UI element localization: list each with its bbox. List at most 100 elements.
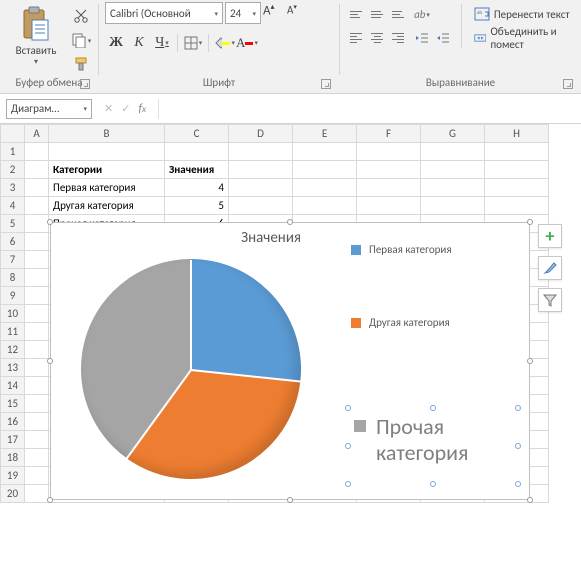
brush-icon <box>542 260 558 276</box>
row-header[interactable]: 7 <box>1 251 25 269</box>
name-box[interactable]: Диаграм…▾ <box>6 99 92 119</box>
chart-filters-button[interactable] <box>538 288 562 312</box>
merge-center-button[interactable]: Объединить и помест <box>470 28 575 48</box>
row-header[interactable]: 8 <box>1 269 25 287</box>
wrap-text-button[interactable]: ab Перенести текст <box>470 4 575 24</box>
cell[interactable]: Значения <box>165 161 229 179</box>
col-header[interactable]: H <box>485 125 549 143</box>
wrap-text-label: Перенести текст <box>494 8 570 21</box>
chart-legend[interactable]: Первая категория Другая категория <box>351 243 452 329</box>
increase-font-button[interactable]: A▴ <box>263 2 285 24</box>
row-header[interactable]: 20 <box>1 485 25 503</box>
align-middle-button[interactable] <box>367 4 387 24</box>
svg-text:ab: ab <box>477 10 482 16</box>
row-header[interactable]: 6 <box>1 233 25 251</box>
fill-color-button[interactable]: ▾ <box>213 32 235 54</box>
select-all-corner[interactable] <box>1 125 25 143</box>
cell[interactable]: Категории <box>49 161 165 179</box>
align-top-button[interactable] <box>346 4 366 24</box>
row-header[interactable]: 14 <box>1 377 25 395</box>
font-color-button[interactable]: A▾ <box>236 32 258 54</box>
chart-title[interactable]: Значения <box>241 229 301 247</box>
formula-bar[interactable] <box>158 99 581 119</box>
underline-button[interactable]: Ч▾ <box>151 32 173 54</box>
font-group-label: Шрифт <box>203 76 235 89</box>
cancel-formula-button[interactable]: ✕ <box>104 102 113 115</box>
chart-object[interactable]: Значения Первая категория Другая категор… <box>50 222 530 500</box>
paste-button[interactable]: Вставить ▾ <box>6 2 66 67</box>
row-header[interactable]: 19 <box>1 467 25 485</box>
bucket-icon <box>213 36 222 50</box>
dialog-launcher-icon[interactable] <box>563 79 573 89</box>
pie-chart[interactable] <box>81 259 301 479</box>
legend-item[interactable]: Первая категория <box>351 243 452 256</box>
merge-label: Объединить и помест <box>490 25 571 51</box>
chevron-down-icon: ▾ <box>231 39 235 47</box>
fx-icon[interactable]: fx <box>138 102 146 116</box>
row-header[interactable]: 17 <box>1 431 25 449</box>
copy-button[interactable]: ▾ <box>70 30 92 50</box>
align-left-button[interactable] <box>346 28 366 48</box>
col-header[interactable]: F <box>357 125 421 143</box>
font-size-combo[interactable]: 24▾ <box>225 2 261 24</box>
decrease-indent-button[interactable] <box>412 28 432 48</box>
row-header[interactable]: 9 <box>1 287 25 305</box>
row-header[interactable]: 3 <box>1 179 25 197</box>
decrease-font-button[interactable]: A▾ <box>287 2 309 24</box>
row-header[interactable]: 10 <box>1 305 25 323</box>
row-header[interactable]: 2 <box>1 161 25 179</box>
cell[interactable]: Первая категория <box>49 179 165 197</box>
chevron-down-icon: ▾ <box>83 104 87 113</box>
legend-swatch <box>351 318 361 328</box>
legend-swatch <box>351 245 361 255</box>
orientation-button[interactable]: ab▾ <box>412 4 432 24</box>
format-painter-button[interactable] <box>70 54 92 74</box>
col-header[interactable]: C <box>165 125 229 143</box>
alignment-group: ab▾ ab Перенести текст Объединить и поме… <box>340 0 581 93</box>
row-header[interactable]: 11 <box>1 323 25 341</box>
legend-swatch <box>354 420 366 432</box>
cell[interactable]: 5 <box>165 197 229 215</box>
col-header[interactable]: E <box>293 125 357 143</box>
chevron-down-icon: ▾ <box>214 9 218 18</box>
row-header[interactable]: 1 <box>1 143 25 161</box>
wrap-text-icon: ab <box>474 6 490 22</box>
cut-button[interactable] <box>70 6 92 26</box>
row-header[interactable]: 4 <box>1 197 25 215</box>
col-header[interactable]: A <box>25 125 49 143</box>
plus-icon: + <box>546 227 555 245</box>
cell[interactable]: Другая категория <box>49 197 165 215</box>
row-header[interactable]: 13 <box>1 359 25 377</box>
bold-button[interactable]: Ж <box>105 32 127 54</box>
borders-button[interactable]: ▾ <box>182 32 204 54</box>
row-header[interactable]: 5 <box>1 215 25 233</box>
copy-icon <box>71 32 87 48</box>
cell[interactable]: 4 <box>165 179 229 197</box>
row-header[interactable]: 15 <box>1 395 25 413</box>
row-header[interactable]: 18 <box>1 449 25 467</box>
align-center-button[interactable] <box>367 28 387 48</box>
align-bottom-button[interactable] <box>388 4 408 24</box>
legend-item[interactable]: Другая категория <box>351 316 452 329</box>
dialog-launcher-icon[interactable] <box>80 79 90 89</box>
legend-item-selected[interactable]: Прочая категория <box>347 407 519 485</box>
paste-icon <box>20 6 52 42</box>
chart-elements-button[interactable]: + <box>538 224 562 248</box>
indent-icon <box>436 31 450 45</box>
scissors-icon <box>73 8 89 24</box>
increase-indent-button[interactable] <box>433 28 453 48</box>
col-header[interactable]: B <box>49 125 165 143</box>
row-header[interactable]: 12 <box>1 341 25 359</box>
brush-icon <box>73 56 89 72</box>
font-name-combo[interactable]: Calibri (Основной▾ <box>105 2 223 24</box>
col-header[interactable]: D <box>229 125 293 143</box>
row-header[interactable]: 16 <box>1 413 25 431</box>
italic-button[interactable]: К <box>128 32 150 54</box>
align-right-button[interactable] <box>388 28 408 48</box>
chart-styles-button[interactable] <box>538 256 562 280</box>
col-header[interactable]: G <box>421 125 485 143</box>
chevron-down-icon: ▾ <box>199 39 203 47</box>
chevron-down-icon: ▾ <box>254 39 258 47</box>
enter-formula-button[interactable]: ✓ <box>121 102 130 115</box>
dialog-launcher-icon[interactable] <box>321 79 331 89</box>
